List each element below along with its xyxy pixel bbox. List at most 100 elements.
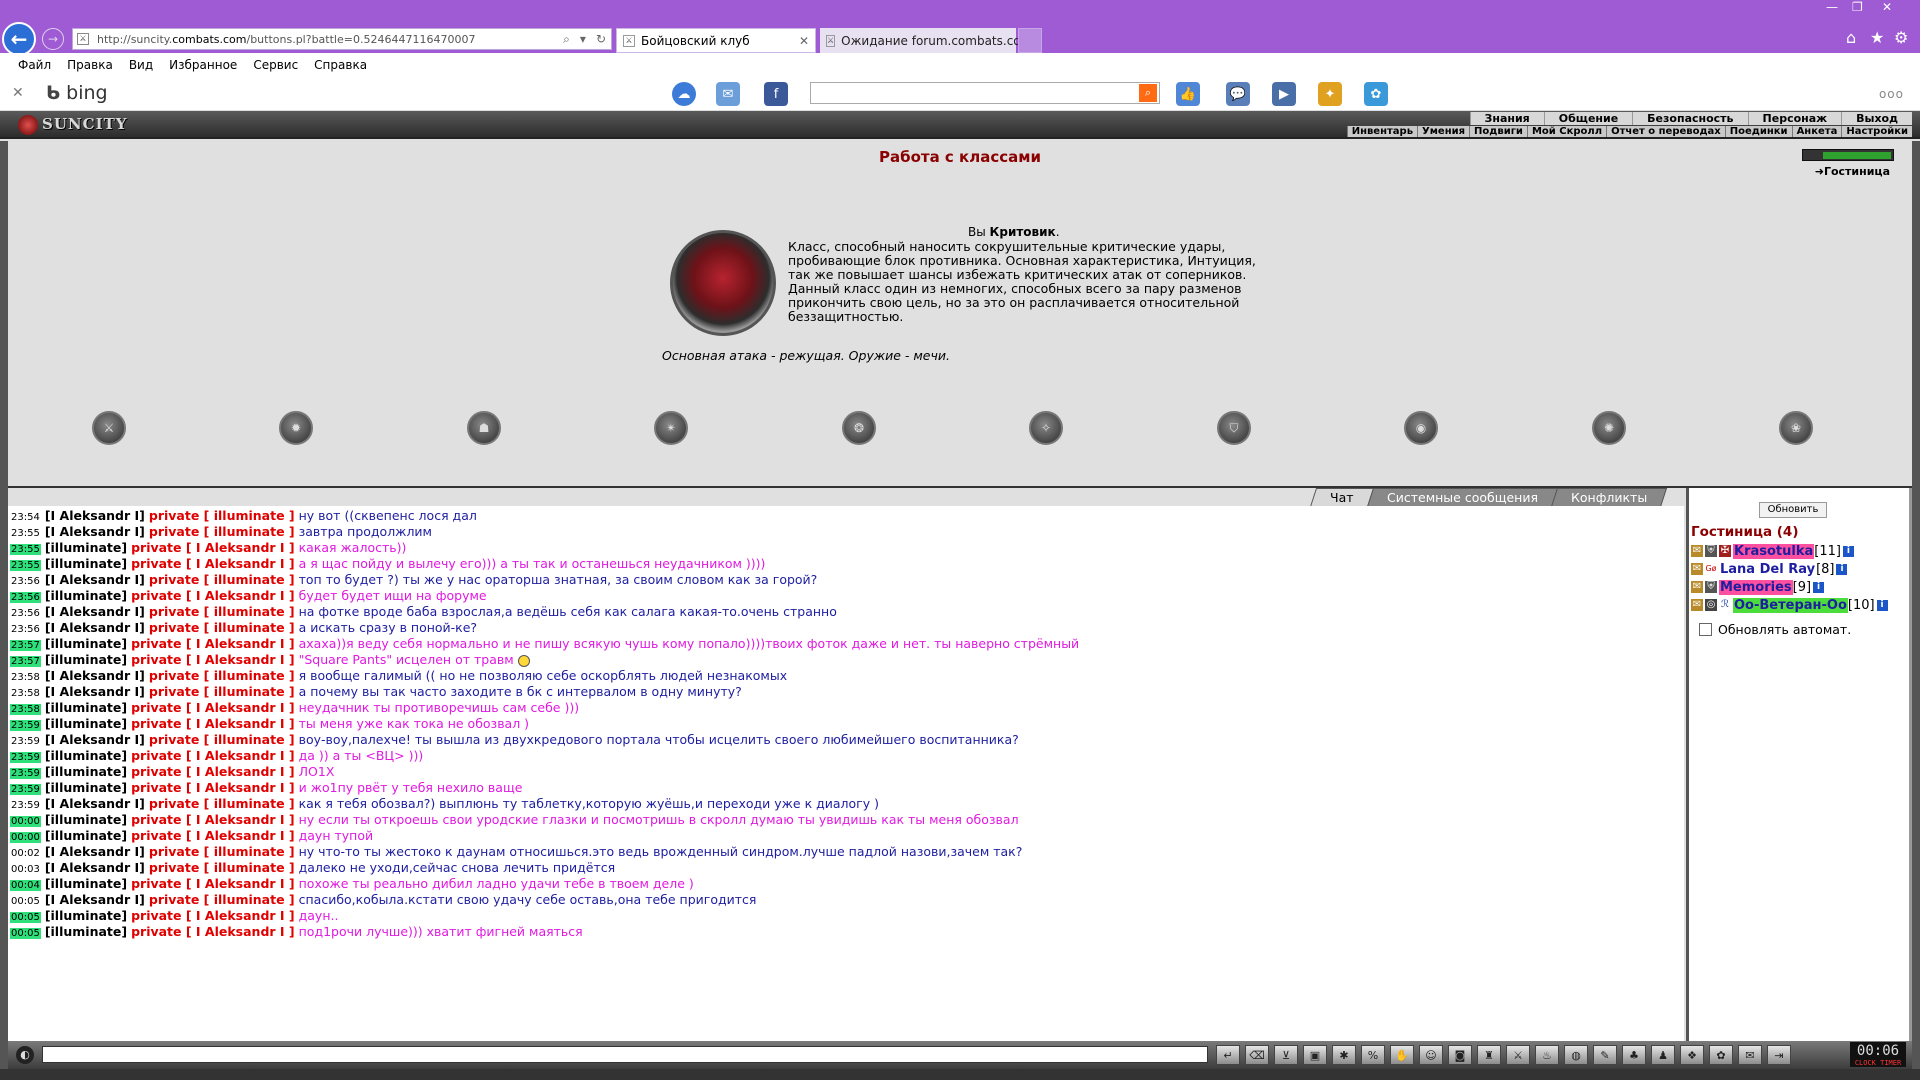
chat-sender[interactable]: [illuminate] [45, 556, 127, 571]
chat-recipient[interactable]: private [ illuminate ] [149, 524, 295, 539]
weather-icon[interactable]: ☁ [672, 82, 696, 106]
home-icon[interactable]: ⌂ [1846, 28, 1856, 47]
exit-icon[interactable]: ⇥ [1767, 1045, 1791, 1065]
chat-sender[interactable]: [illuminate] [45, 828, 127, 843]
mail-icon[interactable]: ✉ [716, 82, 740, 106]
minimize-icon[interactable]: — [1826, 0, 1838, 14]
filter-icon[interactable]: ⊻ [1274, 1045, 1298, 1065]
menu-help[interactable]: Справка [314, 58, 367, 72]
restore-icon[interactable]: ❐ [1852, 0, 1863, 14]
video-icon[interactable]: ▶ [1272, 82, 1296, 106]
favorites-star-icon[interactable]: ★ [1870, 28, 1884, 47]
class-icon-8[interactable]: ◉ [1404, 411, 1438, 445]
chat-sender[interactable]: [illuminate] [45, 780, 127, 795]
chat-recipient[interactable]: private [ I Aleksandr I ] [131, 908, 295, 923]
chat-sender[interactable]: [illuminate] [45, 540, 127, 555]
eraser-icon[interactable]: ⌫ [1245, 1045, 1269, 1065]
nav-feats[interactable]: Подвиги [1469, 126, 1527, 137]
chat-sender[interactable]: [illuminate] [45, 876, 127, 891]
chat-recipient[interactable]: private [ I Aleksandr I ] [131, 556, 295, 571]
chat-sender[interactable]: [I Aleksandr I] [45, 620, 145, 635]
sword-icon[interactable]: ⚔ [1506, 1045, 1530, 1065]
chat-recipient[interactable]: private [ illuminate ] [149, 668, 295, 683]
like-icon[interactable]: 👍 [1176, 82, 1200, 106]
chat-sender[interactable]: [I Aleksandr I] [45, 796, 145, 811]
chat-recipient[interactable]: private [ I Aleksandr I ] [131, 876, 295, 891]
chat-sender[interactable]: [illuminate] [45, 924, 127, 939]
nav-inventory[interactable]: Инвентарь [1346, 126, 1417, 137]
menu-favorites[interactable]: Избранное [169, 58, 237, 72]
chat-sender[interactable]: [illuminate] [45, 636, 127, 651]
user-name[interactable]: Memories [1719, 579, 1793, 595]
chat-sender[interactable]: [illuminate] [45, 700, 127, 715]
tab-forum[interactable]: ⚔ Ожидание forum.combats.com [820, 28, 1032, 53]
hand-icon[interactable]: ✋ [1390, 1045, 1414, 1065]
chat-sender[interactable]: [I Aleksandr I] [45, 668, 145, 683]
nav-communication[interactable]: Общение [1543, 112, 1632, 125]
class-icon-5[interactable]: ❂ [842, 411, 876, 445]
chat-sender[interactable]: [I Aleksandr I] [45, 892, 145, 907]
user-row[interactable]: ✉ ⛨ Memories [9] i [1691, 578, 1888, 596]
chat-sender[interactable]: [illuminate] [45, 764, 127, 779]
speaker-icon[interactable]: ◐ [16, 1046, 34, 1064]
chat-recipient[interactable]: private [ illuminate ] [149, 844, 295, 859]
coin-icon[interactable]: ◍ [1564, 1045, 1588, 1065]
invite-icon[interactable]: ✉ [1691, 563, 1703, 575]
chat-recipient[interactable]: private [ I Aleksandr I ] [131, 540, 295, 555]
chat-recipient[interactable]: private [ I Aleksandr I ] [131, 588, 295, 603]
tab-combats[interactable]: ⚔ Бойцовский клуб ✕ [616, 28, 816, 53]
chat-recipient[interactable]: private [ I Aleksandr I ] [131, 652, 295, 667]
chat-recipient[interactable]: private [ illuminate ] [149, 620, 295, 635]
chat-icon[interactable]: 💬 [1226, 82, 1250, 106]
nav-knowledge[interactable]: Знания [1469, 112, 1544, 125]
chat-recipient[interactable]: private [ I Aleksandr I ] [131, 700, 295, 715]
forward-button[interactable]: → [42, 28, 64, 50]
nav-security[interactable]: Безопасность [1632, 112, 1747, 125]
chat-recipient[interactable]: private [ I Aleksandr I ] [131, 812, 295, 827]
settings-gear-icon[interactable]: ⚙ [1894, 28, 1908, 47]
menu-tools[interactable]: Сервис [253, 58, 298, 72]
potion-icon[interactable]: ♨ [1535, 1045, 1559, 1065]
user-name[interactable]: Krasotulka [1733, 543, 1815, 559]
user-row[interactable]: ✉ Gø Lana Del Ray [8] i [1691, 560, 1888, 578]
dropdown-icon[interactable]: ▾ [575, 32, 591, 46]
chat-recipient[interactable]: private [ illuminate ] [149, 604, 295, 619]
bing-search-input[interactable]: ⌕ [810, 82, 1160, 104]
search-icon[interactable]: ⌕ [1139, 84, 1157, 102]
chat-sender[interactable]: [I Aleksandr I] [45, 508, 145, 523]
chat-recipient[interactable]: private [ illuminate ] [149, 892, 295, 907]
info-icon[interactable]: i [1876, 599, 1888, 611]
info-icon[interactable]: i [1836, 563, 1848, 575]
smiley-icon[interactable]: ☺ [1419, 1045, 1443, 1065]
cat-icon[interactable]: ✿ [1709, 1045, 1733, 1065]
nav-my-scroll[interactable]: Мой Скролл [1526, 126, 1606, 137]
figure-icon[interactable]: ♟ [1651, 1045, 1675, 1065]
chat-sender[interactable]: [I Aleksandr I] [45, 572, 145, 587]
menu-view[interactable]: Вид [129, 58, 153, 72]
chat-sender[interactable]: [I Aleksandr I] [45, 732, 145, 747]
chat-recipient[interactable]: private [ illuminate ] [149, 684, 295, 699]
chat-recipient[interactable]: private [ I Aleksandr I ] [131, 828, 295, 843]
class-icon-6[interactable]: ✧ [1029, 411, 1063, 445]
more-icon[interactable]: ooo [1879, 87, 1904, 101]
chat-sender[interactable]: [I Aleksandr I] [45, 844, 145, 859]
save-icon[interactable]: ▣ [1303, 1045, 1327, 1065]
auto-refresh-checkbox[interactable] [1699, 623, 1712, 636]
chat-sender[interactable]: [illuminate] [45, 748, 127, 763]
camera-icon[interactable]: ◙ [1448, 1045, 1472, 1065]
chat-sender[interactable]: [I Aleksandr I] [45, 684, 145, 699]
chat-input[interactable] [42, 1046, 1208, 1063]
chat-recipient[interactable]: private [ I Aleksandr I ] [131, 748, 295, 763]
close-window-icon[interactable]: ✕ [1882, 0, 1892, 14]
chat-sender[interactable]: [illuminate] [45, 652, 127, 667]
chat-recipient[interactable]: private [ illuminate ] [149, 572, 295, 587]
chat-sender[interactable]: [illuminate] [45, 716, 127, 731]
lock-icon[interactable]: ♜ [1477, 1045, 1501, 1065]
facebook-icon[interactable]: f [764, 82, 788, 106]
info-icon[interactable]: i [1842, 545, 1854, 557]
chat-recipient[interactable]: private [ I Aleksandr I ] [131, 780, 295, 795]
translit-icon[interactable]: % [1361, 1045, 1385, 1065]
close-tab-icon[interactable]: ✕ [799, 34, 809, 48]
fighter-icon[interactable]: ✱ [1332, 1045, 1356, 1065]
chat-sender[interactable]: [illuminate] [45, 908, 127, 923]
